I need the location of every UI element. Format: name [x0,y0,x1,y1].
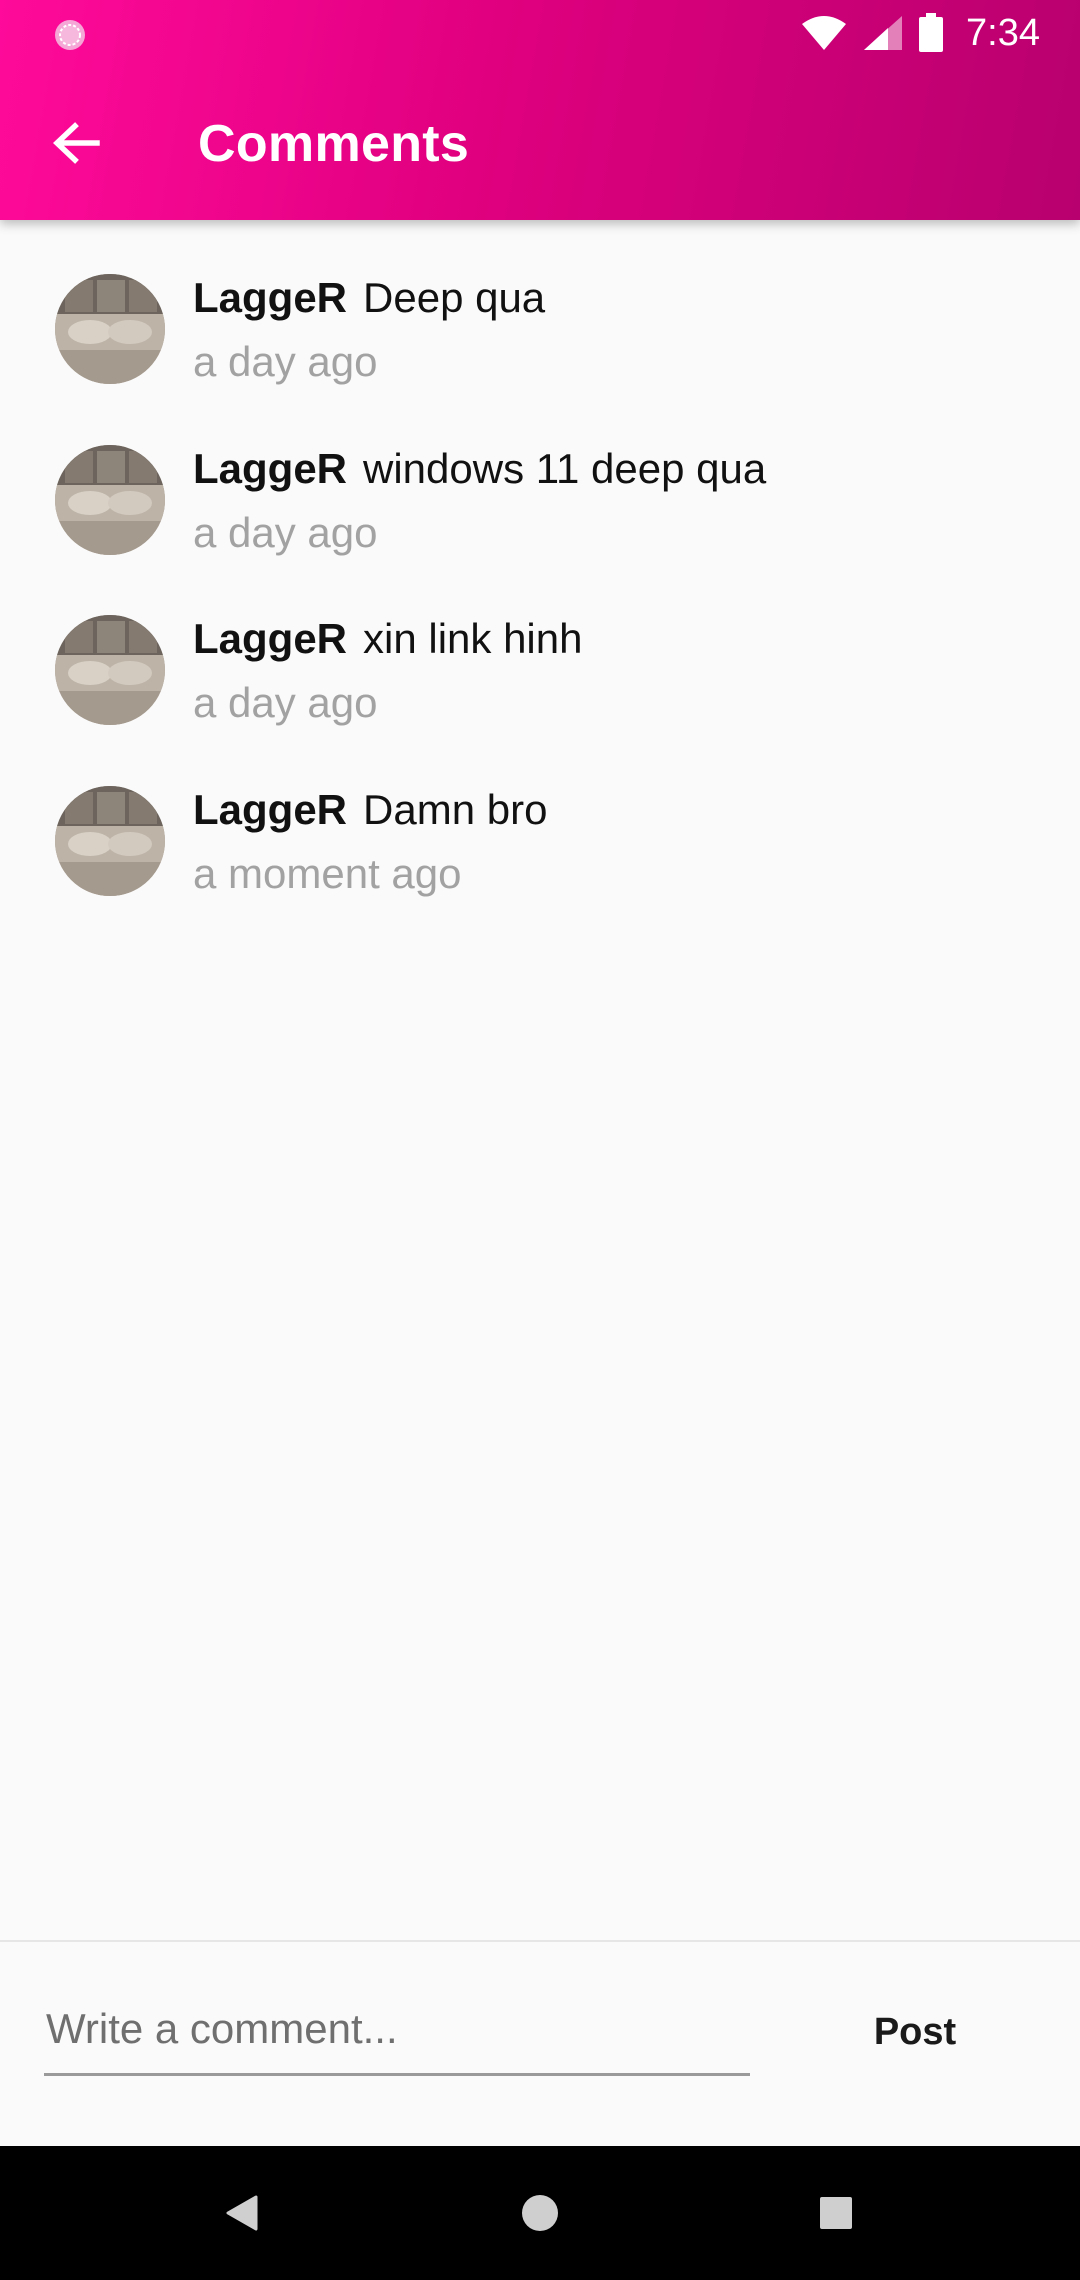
app-notification-icon [55,20,85,50]
comment-item: LaggeR Deep qua a day ago [0,220,1080,390]
comment-composer: Post [0,1940,1080,2146]
app-bar: 7:34 Comments [0,0,1080,220]
comment-text: windows 11 deep qua [363,445,767,492]
nav-recents-icon [820,2197,852,2229]
avatar[interactable] [55,615,165,725]
wifi-icon [802,16,847,50]
nav-back-icon [226,2195,258,2231]
nav-home-button[interactable] [480,2146,600,2280]
avatar-image [55,615,165,725]
comment-body: LaggeR xin link hinh [193,615,582,663]
signal-icon [864,16,903,50]
avatar-image [55,786,165,896]
comment-username[interactable]: LaggeR [193,445,347,492]
comment-username[interactable]: LaggeR [193,786,347,833]
status-bar: 7:34 [0,0,1080,66]
avatar[interactable] [55,445,165,555]
back-button[interactable] [36,108,116,178]
arrow-back-icon [52,122,100,164]
comment-body: LaggeR windows 11 deep qua [193,445,766,493]
comment-body: LaggeR Damn bro [193,786,547,834]
system-nav-bar [0,2146,1080,2280]
comment-item: LaggeR Damn bro a moment ago [0,732,1080,902]
comment-timestamp: a day ago [193,509,378,556]
status-right-group: 7:34 [800,0,1040,66]
post-button[interactable]: Post [850,1992,980,2072]
page-title: Comments [198,115,470,173]
avatar[interactable] [55,786,165,896]
comment-input[interactable] [44,1984,750,2076]
nav-back-button[interactable] [182,2146,302,2280]
comment-text: Deep qua [363,274,546,321]
comment-timestamp: a moment ago [193,850,462,897]
comment-timestamp: a day ago [193,338,378,385]
comment-text: xin link hinh [363,615,583,662]
avatar-image [55,274,165,384]
toolbar: Comments [0,66,1080,220]
comment-body: LaggeR Deep qua [193,274,545,322]
battery-icon [919,13,944,52]
avatar-image [55,445,165,555]
screen: 7:34 Comments LaggeR Deep qua a day ago … [0,0,1080,2280]
comment-text: Damn bro [363,786,548,833]
comment-username[interactable]: LaggeR [193,615,347,662]
nav-home-icon [522,2195,558,2231]
comment-item: LaggeR windows 11 deep qua a day ago [0,391,1080,561]
comment-timestamp: a day ago [193,679,378,726]
comment-username[interactable]: LaggeR [193,274,347,321]
avatar[interactable] [55,274,165,384]
status-time: 7:34 [966,11,1040,54]
comment-item: LaggeR xin link hinh a day ago [0,561,1080,731]
nav-recents-button[interactable] [776,2146,896,2280]
